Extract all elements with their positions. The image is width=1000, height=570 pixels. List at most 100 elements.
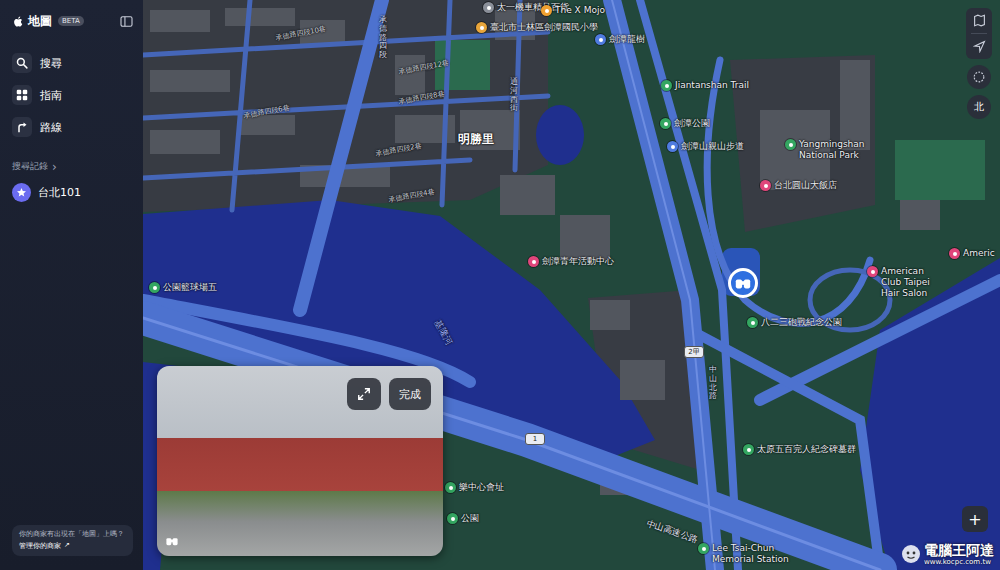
sidebar-toggle-icon[interactable] <box>120 16 133 27</box>
done-button[interactable]: 完成 <box>389 378 431 410</box>
history-title: 搜尋記錄 <box>12 160 48 173</box>
look-around-toolbar: 完成 <box>347 378 431 410</box>
map-label[interactable]: Yangmingshan National Park <box>785 139 877 161</box>
river-water <box>860 258 1000 570</box>
watermark-url: www.kocpc.com.tw <box>924 558 991 566</box>
poi-marker-icon[interactable] <box>867 266 878 277</box>
business-card: 你的商家有出現在「地圖」上嗎？ 管理你的商家↗ <box>12 525 133 556</box>
zoom-in-button[interactable]: + <box>962 506 988 532</box>
poi-marker-icon[interactable] <box>445 482 456 493</box>
poi-marker-icon[interactable] <box>667 141 678 152</box>
building <box>560 215 610 260</box>
map-label[interactable]: 臺北市士林區劍潭國民小學 <box>476 22 598 33</box>
poi-marker-icon[interactable] <box>785 139 796 150</box>
compass-button[interactable]: 北 <box>967 95 991 119</box>
highway-shield: 1 <box>525 433 545 445</box>
watermark: 電腦王阿達www.kocpc.com.tw <box>901 543 994 566</box>
building <box>840 60 870 150</box>
binoculars-icon <box>734 274 752 292</box>
tilt-icon <box>972 70 986 84</box>
map-label[interactable]: 劍潭龍樹 <box>595 34 645 45</box>
land-area <box>143 0 1000 570</box>
mascot-icon <box>901 544 921 564</box>
sidebar-item[interactable]: 路線 <box>12 116 133 138</box>
map-label[interactable]: 八二三砲戰紀念公園 <box>747 317 842 328</box>
park-area <box>895 140 985 200</box>
poi-marker-icon[interactable] <box>541 5 552 16</box>
road-network <box>143 0 1000 570</box>
poi-marker-icon[interactable] <box>528 256 539 267</box>
poi-marker-icon[interactable] <box>747 317 758 328</box>
maps-app: 地圖 BETA 搜尋指南路線搜尋記錄 › 台北101 你的商家有出現在「地圖」上嗎？ 管理你… <box>0 0 1000 570</box>
map-canvas[interactable]: 太一機車精品百貨The X Mojo臺北市士林區劍潭國民小學劍潭龍樹Jianta… <box>143 0 1000 570</box>
map-label[interactable]: 公園 <box>447 513 479 524</box>
directions-icon <box>16 121 28 133</box>
map-label: 承德路四段 <box>379 16 387 60</box>
business-question: 你的商家有出現在「地圖」上嗎？ <box>19 530 126 539</box>
map-label[interactable]: 太原五百完人紀念碑墓群 <box>743 444 856 455</box>
poi-marker-icon[interactable] <box>483 2 494 13</box>
poi-marker-icon[interactable] <box>743 444 754 455</box>
poi-marker-icon[interactable] <box>595 34 606 45</box>
look-around-pin[interactable] <box>728 268 758 298</box>
watermark-title: 電腦王阿達 <box>924 543 994 558</box>
apple-logo-icon <box>12 15 25 28</box>
map-label: 通河西街 <box>510 78 518 113</box>
nav-icon-box <box>12 85 32 105</box>
manage-business-link[interactable]: 管理你的商家↗ <box>19 541 126 551</box>
sidebar-item[interactable]: 搜尋 <box>12 52 133 74</box>
map-label[interactable]: Jiantanshan Trail <box>661 80 749 91</box>
nav-icon-box <box>12 117 32 137</box>
nav-label: 路線 <box>40 120 62 135</box>
map-label[interactable]: 劍潭公園 <box>660 118 710 129</box>
poi-marker-icon[interactable] <box>476 22 487 33</box>
map-label[interactable]: 台北圓山大飯店 <box>760 180 837 191</box>
tilt-button[interactable] <box>967 65 991 89</box>
map-label[interactable]: The X Mojo <box>541 5 605 16</box>
poi-marker-icon[interactable] <box>698 543 709 554</box>
map-label[interactable]: Lee Tsai-Chun Memorial Station <box>698 543 790 565</box>
app-title: 地圖 <box>28 13 52 30</box>
poi-marker-icon[interactable] <box>760 180 771 191</box>
expand-button[interactable] <box>347 378 381 410</box>
building <box>500 175 555 215</box>
location-arrow-icon[interactable] <box>973 40 986 53</box>
look-around-panel[interactable]: 完成 <box>157 366 443 556</box>
app-brand: 地圖 BETA <box>12 13 84 30</box>
search-icon <box>16 57 28 69</box>
building <box>150 10 210 32</box>
sidebar-item[interactable]: 指南 <box>12 84 133 106</box>
highway-shield: 2甲 <box>684 346 704 358</box>
search-history-header[interactable]: 搜尋記錄 › <box>12 160 133 173</box>
map-controls: 北 <box>966 8 992 119</box>
nav-label: 指南 <box>40 88 62 103</box>
history-item[interactable]: 台北101 <box>12 182 133 202</box>
poi-marker-icon[interactable] <box>447 513 458 524</box>
nav-icon-box <box>12 53 32 73</box>
map-mode-icon[interactable] <box>973 14 986 27</box>
map-label[interactable]: 劍潭青年活動中心 <box>528 256 614 267</box>
star-icon <box>12 183 31 202</box>
chevron-icon: › <box>52 161 57 173</box>
building <box>150 130 220 154</box>
poi-marker-icon[interactable] <box>949 248 960 259</box>
map-label[interactable]: Americ <box>949 248 995 259</box>
poi-marker-icon[interactable] <box>661 80 672 91</box>
map-label[interactable]: 樂中心會址 <box>445 482 504 493</box>
pond-water <box>536 105 584 165</box>
map-label[interactable]: American Club Taipei Hair Salon <box>867 266 945 298</box>
map-label: 中山北路 <box>709 366 717 401</box>
map-mode-controls <box>966 8 992 59</box>
building <box>900 200 940 230</box>
map-label[interactable]: 公園籃球場五 <box>149 282 217 293</box>
sidebar-nav: 搜尋指南路線 <box>12 52 133 138</box>
beta-badge: BETA <box>58 16 84 26</box>
history-label: 台北101 <box>38 185 81 200</box>
expand-icon <box>357 387 371 401</box>
building <box>225 8 295 26</box>
poi-marker-icon[interactable] <box>149 282 160 293</box>
poi-marker-icon[interactable] <box>660 118 671 129</box>
map-label[interactable]: 劍潭山親山步道 <box>667 141 744 152</box>
building <box>150 70 230 92</box>
building <box>590 300 630 330</box>
